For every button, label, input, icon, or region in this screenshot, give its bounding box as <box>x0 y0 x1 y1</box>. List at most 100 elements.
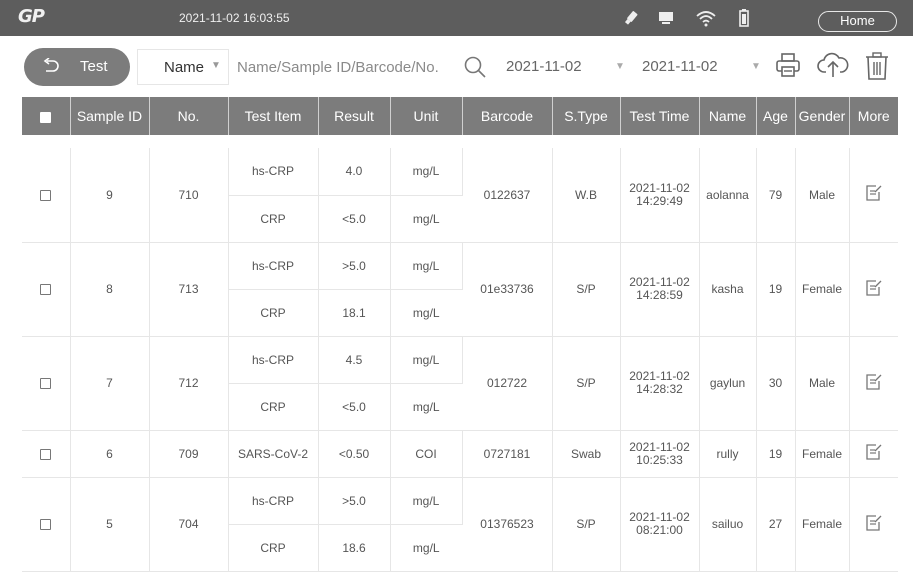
gender-cell: Male <box>795 148 850 243</box>
gender-cell: Female <box>795 430 850 478</box>
date-from-field[interactable]: 2021-11-02 <box>506 58 582 75</box>
column-header[interactable]: Test Time <box>620 97 700 135</box>
age-cell: 19 <box>756 430 796 478</box>
search-field-select[interactable]: Name ▼ <box>137 49 229 85</box>
gender-cell: Female <box>795 477 850 572</box>
unit-cell: mg/L <box>390 477 463 525</box>
row-checkbox[interactable] <box>22 477 71 572</box>
column-header[interactable]: Gender <box>795 97 850 135</box>
sample-id-cell: 5 <box>70 477 150 572</box>
barcode-cell: 0727181 <box>462 430 553 478</box>
column-header[interactable]: No. <box>149 97 229 135</box>
sample-id-cell: 7 <box>70 336 150 431</box>
row-checkbox[interactable] <box>22 242 71 337</box>
battery-icon <box>736 8 756 28</box>
test-item-cell: CRP <box>228 524 319 572</box>
row-checkbox[interactable] <box>22 148 71 243</box>
upload-cloud-icon[interactable] <box>816 51 850 84</box>
column-header[interactable]: Result <box>318 97 391 135</box>
unit-cell: mg/L <box>390 195 462 243</box>
test-date: 2021-11-02 <box>629 180 690 195</box>
result-cell: 4.0 <box>318 148 391 196</box>
table-header: Sample ID No. Test Item Result Unit Barc… <box>22 97 898 135</box>
age-cell: 27 <box>756 477 796 572</box>
test-item-cell: CRP <box>228 289 319 337</box>
test-item-cell: hs-CRP <box>228 477 319 525</box>
unit-cell: mg/L <box>390 336 463 384</box>
select-all-checkbox[interactable] <box>22 97 71 135</box>
no-cell: 713 <box>149 242 229 337</box>
app-logo: GP <box>18 6 45 27</box>
edit-note-icon <box>865 279 883 300</box>
table-row[interactable]: 6 709 SARS-CoV-2 <0.50 COI 0727181 Swab … <box>22 430 898 478</box>
date-to-field[interactable]: 2021-11-02 <box>642 58 718 75</box>
caret-down-icon: ▼ <box>615 61 625 72</box>
test-item-cell: SARS-CoV-2 <box>228 430 319 478</box>
more-button[interactable] <box>849 477 898 572</box>
result-cell: 18.6 <box>318 524 391 572</box>
test-button[interactable]: Test <box>24 48 130 86</box>
delete-icon[interactable] <box>864 51 890 86</box>
no-cell: 709 <box>149 430 229 478</box>
name-cell: rully <box>699 430 757 478</box>
column-header[interactable]: S.Type <box>552 97 621 135</box>
unit-cell: mg/L <box>390 383 462 431</box>
barcode-cell: 012722 <box>462 336 553 431</box>
sample-id-cell: 9 <box>70 148 150 243</box>
back-arrow-icon <box>42 57 60 78</box>
age-cell: 79 <box>756 148 796 243</box>
column-header[interactable]: More <box>849 97 898 135</box>
edit-note-icon <box>865 514 883 535</box>
search-icon[interactable] <box>463 55 487 84</box>
column-header[interactable]: Unit <box>390 97 463 135</box>
column-header[interactable]: Sample ID <box>70 97 150 135</box>
sample-type-cell: S/P <box>552 336 621 431</box>
test-item-cell: hs-CRP <box>228 242 319 290</box>
table-row[interactable]: 5 704 hs-CRP >5.0 mg/L 01376523 S/P 2021… <box>22 477 898 572</box>
unit-cell: COI <box>390 430 463 478</box>
age-cell: 30 <box>756 336 796 431</box>
column-header[interactable]: Name <box>699 97 757 135</box>
sample-id-cell: 8 <box>70 242 150 337</box>
result-cell: <5.0 <box>318 195 391 243</box>
test-time-cell: 2021-11-02 14:28:32 <box>620 336 700 431</box>
test-item-cell: CRP <box>228 383 319 431</box>
table-row[interactable]: 9 710 hs-CRP 4.0 mg/L 0122637 W.B 2021-1… <box>22 148 898 243</box>
more-button[interactable] <box>849 242 898 337</box>
sample-type-cell: Swab <box>552 430 621 478</box>
no-cell: 704 <box>149 477 229 572</box>
gender-cell: Male <box>795 336 850 431</box>
results-table: Sample ID No. Test Item Result Unit Barc… <box>22 97 898 572</box>
name-cell: sailuo <box>699 477 757 572</box>
test-time: 14:28:32 <box>636 382 683 396</box>
more-button[interactable] <box>849 148 898 243</box>
result-cell: 18.1 <box>318 289 391 337</box>
name-cell: aolanna <box>699 148 757 243</box>
more-button[interactable] <box>849 336 898 431</box>
result-cell: <0.50 <box>318 430 391 478</box>
row-checkbox[interactable] <box>22 336 71 431</box>
column-header[interactable]: Barcode <box>462 97 553 135</box>
home-button[interactable]: Home <box>818 11 897 32</box>
result-cell: >5.0 <box>318 242 391 290</box>
caret-down-icon: ▼ <box>751 61 761 72</box>
more-button[interactable] <box>849 430 898 478</box>
column-header[interactable]: Age <box>756 97 796 135</box>
sample-id-cell: 6 <box>70 430 150 478</box>
test-time: 08:21:00 <box>636 523 683 537</box>
row-checkbox[interactable] <box>22 430 71 478</box>
system-datetime: 2021-11-02 16:03:55 <box>179 11 290 25</box>
table-row[interactable]: 8 713 hs-CRP >5.0 mg/L 01e33736 S/P 2021… <box>22 242 898 337</box>
print-icon[interactable] <box>774 51 802 84</box>
search-field-select-value: Name <box>164 59 205 76</box>
table-row[interactable]: 7 712 hs-CRP 4.5 mg/L 012722 S/P 2021-11… <box>22 336 898 431</box>
barcode-cell: 01e33736 <box>462 242 553 337</box>
status-bar: GP 2021-11-02 16:03:55 Home <box>0 0 913 36</box>
search-input[interactable]: Name/Sample ID/Barcode/No. <box>237 59 439 76</box>
usb-icon <box>621 8 641 28</box>
gender-cell: Female <box>795 242 850 337</box>
age-cell: 19 <box>756 242 796 337</box>
result-cell: >5.0 <box>318 477 391 525</box>
test-button-label: Test <box>80 58 108 75</box>
column-header[interactable]: Test Item <box>228 97 319 135</box>
